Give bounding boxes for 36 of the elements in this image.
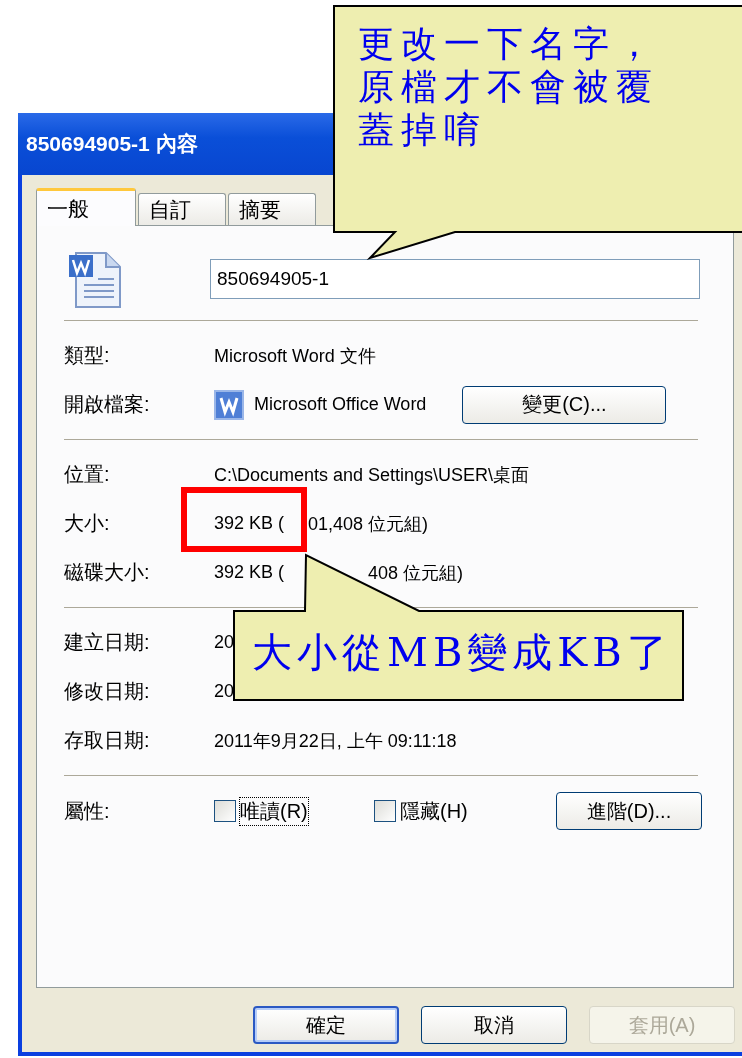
field-label: 存取日期: — [64, 728, 150, 753]
dialog-button[interactable]: 確定 — [253, 1006, 399, 1044]
window-title: 850694905-1 內容 — [26, 131, 198, 157]
checkbox-label: 隱藏(H) — [400, 798, 468, 824]
word-icon — [214, 389, 244, 420]
tab[interactable]: 摘要 — [228, 193, 316, 225]
field-label: 屬性: — [64, 799, 110, 822]
field-label: 類型: — [64, 343, 110, 368]
field-value: 20 — [214, 632, 235, 653]
field-value: 20 — [214, 681, 235, 702]
checkbox-label: 唯讀(R) — [240, 797, 308, 825]
field-value: 2011年9月22日, 上午 09:11:18 — [214, 729, 457, 753]
field-label: 大小: — [64, 511, 110, 536]
callout-text: 大小從MB變成KB了 — [252, 628, 672, 676]
tab[interactable]: 自訂 — [138, 193, 226, 225]
name-field[interactable]: 850694905-1 — [210, 259, 700, 299]
document-icon — [68, 249, 122, 309]
checkbox[interactable] — [374, 800, 396, 822]
field-value: Microsoft Office Word — [254, 394, 427, 415]
field-label: 開啟檔案: — [64, 392, 150, 417]
field-value: 392 KB ( — [214, 562, 285, 582]
advanced-button[interactable]: 進階(D)... — [556, 792, 702, 830]
field-value: Microsoft Word 文件 — [214, 344, 376, 368]
field-value: 408 位元組) — [368, 561, 464, 585]
change-button[interactable]: 變更(C)... — [462, 385, 667, 424]
callout-text: 更改一下名字，原檔才不會被覆蓋掉唷 — [358, 22, 660, 152]
field-value: 392 KB ( — [214, 513, 285, 533]
dialog-button[interactable]: 取消 — [421, 1006, 567, 1044]
tab[interactable]: 一般 — [36, 188, 136, 226]
field-value: C:\Documents and Settings\USER\桌面 — [214, 463, 530, 487]
field-label: 修改日期: — [64, 679, 150, 704]
field-value: 01,408 位元組) — [308, 512, 429, 536]
field-label: 磁碟大小: — [64, 560, 150, 585]
checkbox[interactable] — [214, 800, 236, 822]
field-label: 位置: — [64, 462, 110, 487]
field-label: 建立日期: — [64, 630, 150, 655]
